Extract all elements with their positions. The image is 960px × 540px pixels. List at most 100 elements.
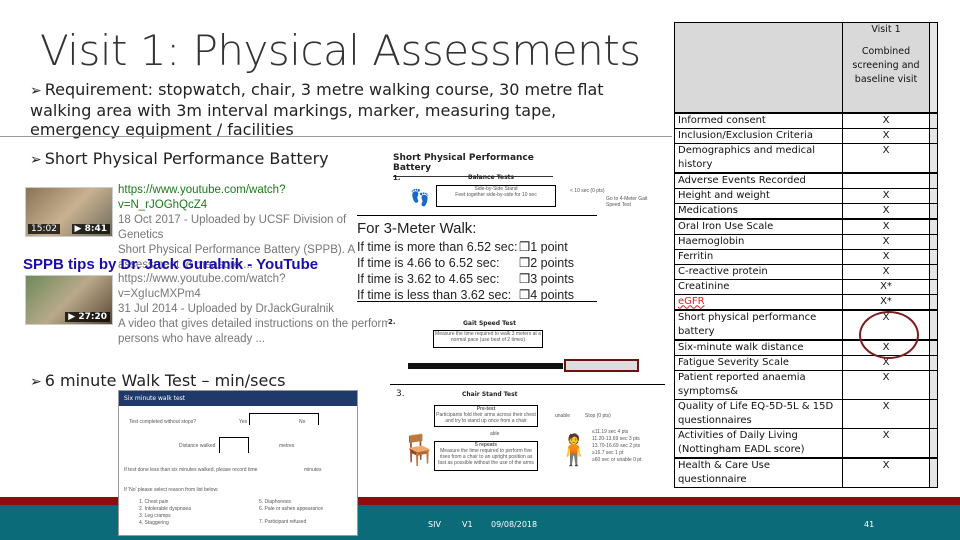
row-label: Height and weight [674, 187, 843, 204]
label: unable [555, 413, 571, 419]
bullet-sppb: ➢ Short Physical Performance Battery [30, 149, 329, 170]
table-row: C-reactive protein X [674, 263, 938, 280]
row-value: X [842, 202, 930, 219]
pretest-box: Pre-test Participants fold their arms acr… [434, 405, 538, 427]
thumb-time: 15:02 [28, 224, 60, 234]
row-value: X [842, 369, 930, 400]
highlight-box [564, 359, 639, 372]
section-num: 3. [396, 389, 405, 399]
next-col-cell [929, 338, 938, 356]
form-question: If 'No' please select reason from list b… [124, 487, 219, 493]
table-row: Demographics and medical history X [674, 142, 938, 173]
row-label: Six-minute walk distance [674, 338, 843, 356]
row-value: X [842, 127, 930, 144]
row-label: Fatigue Severity Scale [674, 354, 843, 371]
six-minute-walk-form: Six minute walk test Test completed with… [118, 390, 358, 536]
video-link[interactable]: https://www.youtube.com/watch?v=XgIucMXP… [118, 272, 358, 302]
video-thumbnail-1[interactable]: 15:02 ▶ 8:41 [25, 187, 113, 237]
bullet-requirement: ➢ Requirement: stopwatch, chair, 3 metre … [30, 80, 640, 139]
bullet-text: 6 minute Walk Test – min/secs [44, 371, 286, 390]
form-label: minutes [304, 467, 322, 473]
table-row: Informed consent X [674, 111, 938, 129]
row-value: X* [842, 278, 930, 295]
chair-stand-image: 3. Chair Stand Test Pre-test Participants… [390, 384, 665, 494]
arrow-bullet-icon: ➢ [30, 152, 42, 168]
row-label: eGFR [674, 293, 843, 310]
table-row: Creatinine X* [674, 278, 938, 295]
label: able [490, 431, 500, 437]
footer-author: SIV [428, 520, 441, 529]
video-duration: ▶ 8:41 [71, 224, 110, 234]
next-col-cell [929, 278, 938, 295]
next-col-cell [929, 202, 938, 219]
highlight-circle [859, 311, 919, 359]
table-row: Medications X [674, 202, 938, 219]
table-row: eGFR X* [674, 293, 938, 310]
row-value: X [842, 248, 930, 265]
arrow-bullet-icon: ➢ [30, 83, 42, 99]
row-value: X [842, 263, 930, 280]
form-header: Six minute walk test [119, 391, 357, 406]
note: Go to 4-Meter Gait Speed Test [606, 196, 648, 208]
video-title-link[interactable]: SPPB tips by Dr. Jack Guralnik - YouTube [23, 256, 318, 273]
row-value: X [842, 427, 930, 458]
table-row: Oral Iron Use Scale X [674, 217, 938, 235]
row-label: C-reactive protein [674, 263, 843, 280]
table-row: Health & Care Use questionnaire X [674, 456, 938, 488]
row-label: Medications [674, 202, 843, 219]
row-label: Creatinine [674, 278, 843, 295]
header-blank [674, 22, 843, 113]
table-header-row: Visit 1 Combined screening and baseline v… [674, 22, 938, 113]
video-duration: ▶ 27:20 [65, 312, 110, 322]
section-title: Balance Tests [468, 174, 515, 181]
scoring-row: If time is less than 3.62 sec: ❒4 points [357, 288, 574, 302]
row-label: Patient reported anaemia symptoms& [674, 369, 843, 400]
row-label: Short physical performance battery [674, 308, 843, 340]
next-col-cell [929, 171, 938, 189]
footprints-icon: 👣 [410, 188, 430, 207]
slide-title: Visit 1: Physical Assessments [40, 26, 641, 75]
video-desc: persons who have already ... [118, 333, 266, 345]
row-label: Haemoglobin [674, 233, 843, 250]
form-label: metres [279, 443, 295, 449]
form-label: Distance walked [179, 443, 216, 449]
row-value [842, 171, 930, 189]
table-row: Quality of Life EQ-5D-5L & 15D questionn… [674, 398, 938, 429]
note: < 10 sec (0 pts) [570, 188, 605, 194]
next-col-cell [929, 369, 938, 400]
row-value: X* [842, 293, 930, 310]
video-link[interactable]: https://www.youtube.com/watch?v=N_rJOGhQ… [118, 183, 358, 213]
video-desc: A video that gives detailed instructions… [118, 318, 391, 330]
row-value: X [842, 456, 930, 488]
bullet-text: Requirement: stopwatch, chair, 3 metre w… [30, 80, 604, 139]
divider [0, 136, 672, 137]
next-col-cell [929, 233, 938, 250]
next-col-cell [929, 427, 938, 458]
video-meta: 18 Oct 2017 - Uploaded by UCSF Division … [118, 214, 347, 241]
branch-line [219, 437, 249, 453]
next-col-cell [929, 293, 938, 310]
next-col-cell [929, 187, 938, 204]
bullet-walk-test: ➢ 6 minute Walk Test – min/secs [30, 371, 285, 392]
video-thumbnail-2[interactable]: ▶ 27:20 [25, 275, 113, 325]
row-label: Adverse Events Recorded [674, 171, 843, 189]
three-meter-walk-scoring: For 3-Meter Walk: If time is more than 6… [357, 215, 597, 302]
section-title: Chair Stand Test [462, 391, 518, 398]
table-row: Patient reported anaemia symptoms& X [674, 369, 938, 400]
row-label: Ferritin [674, 248, 843, 265]
page-number: 41 [864, 520, 875, 529]
row-value: X [842, 142, 930, 173]
reason-list: 1. Chest pain 2. Intolerable dyspnoea 3. L… [139, 499, 191, 526]
table-row: Activities of Daily Living (Nottingham E… [674, 427, 938, 458]
row-label: Demographics and medical history [674, 142, 843, 173]
chair-scores: ≤11.19 sec 4 pts 11.20-13.69 sec 3 pts 13.… [592, 429, 642, 463]
row-label: Informed consent [674, 111, 843, 129]
row-label: Oral Iron Use Scale [674, 217, 843, 235]
form-question: If test done less than six minutes walke… [124, 467, 258, 473]
assessment-schedule-table: Visit 1 Combined screening and baseline v… [674, 22, 938, 488]
next-col-cell [929, 354, 938, 371]
gait-box: Measure the time required to walk 3 mete… [433, 330, 543, 348]
next-col-cell [929, 263, 938, 280]
row-value: X [842, 398, 930, 429]
next-col-cell [929, 456, 938, 488]
